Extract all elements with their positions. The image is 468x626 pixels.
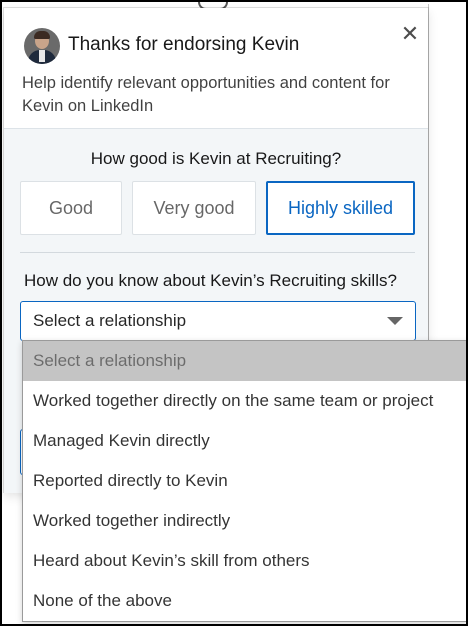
caret-down-icon [387, 317, 403, 325]
rating-very-good-button[interactable]: Very good [132, 181, 256, 235]
screenshot-frame: Thanks for endorsing Kevin ✕ Help identi… [0, 0, 468, 626]
dropdown-option-worked-together-indirectly[interactable]: Worked together indirectly [23, 501, 466, 541]
close-icon[interactable]: ✕ [398, 22, 422, 46]
dropdown-option-managed-directly[interactable]: Managed Kevin directly [23, 421, 466, 461]
rating-good-button[interactable]: Good [20, 181, 122, 235]
relationship-dropdown-list: Select a relationship Worked together di… [22, 340, 466, 622]
avatar [24, 28, 60, 64]
relationship-select-value: Select a relationship [33, 311, 187, 330]
rating-highly-skilled-button[interactable]: Highly skilled [266, 181, 415, 235]
dropdown-option-heard-from-others[interactable]: Heard about Kevin’s skill from others [23, 541, 466, 581]
section-divider [20, 252, 415, 253]
dropdown-option-reported-directly[interactable]: Reported directly to Kevin [23, 461, 466, 501]
background-divider [428, 4, 429, 344]
dropdown-option-worked-together-directly[interactable]: Worked together directly on the same tea… [23, 381, 466, 421]
relationship-question: How do you know about Kevin’s Recruiting… [24, 271, 397, 290]
avatar-hair-shape [34, 31, 50, 39]
modal-subtitle: Help identify relevant opportunities and… [22, 74, 390, 115]
modal-header: Thanks for endorsing Kevin ✕ Help identi… [4, 8, 428, 128]
skill-question: How good is Kevin at Recruiting? [90, 149, 342, 168]
dropdown-option-placeholder[interactable]: Select a relationship [23, 341, 466, 381]
avatar-shirt-shape [39, 50, 45, 62]
relationship-select[interactable]: Select a relationship [20, 301, 416, 341]
modal-title: Thanks for endorsing Kevin [68, 34, 300, 55]
dropdown-option-none[interactable]: None of the above [23, 581, 466, 621]
